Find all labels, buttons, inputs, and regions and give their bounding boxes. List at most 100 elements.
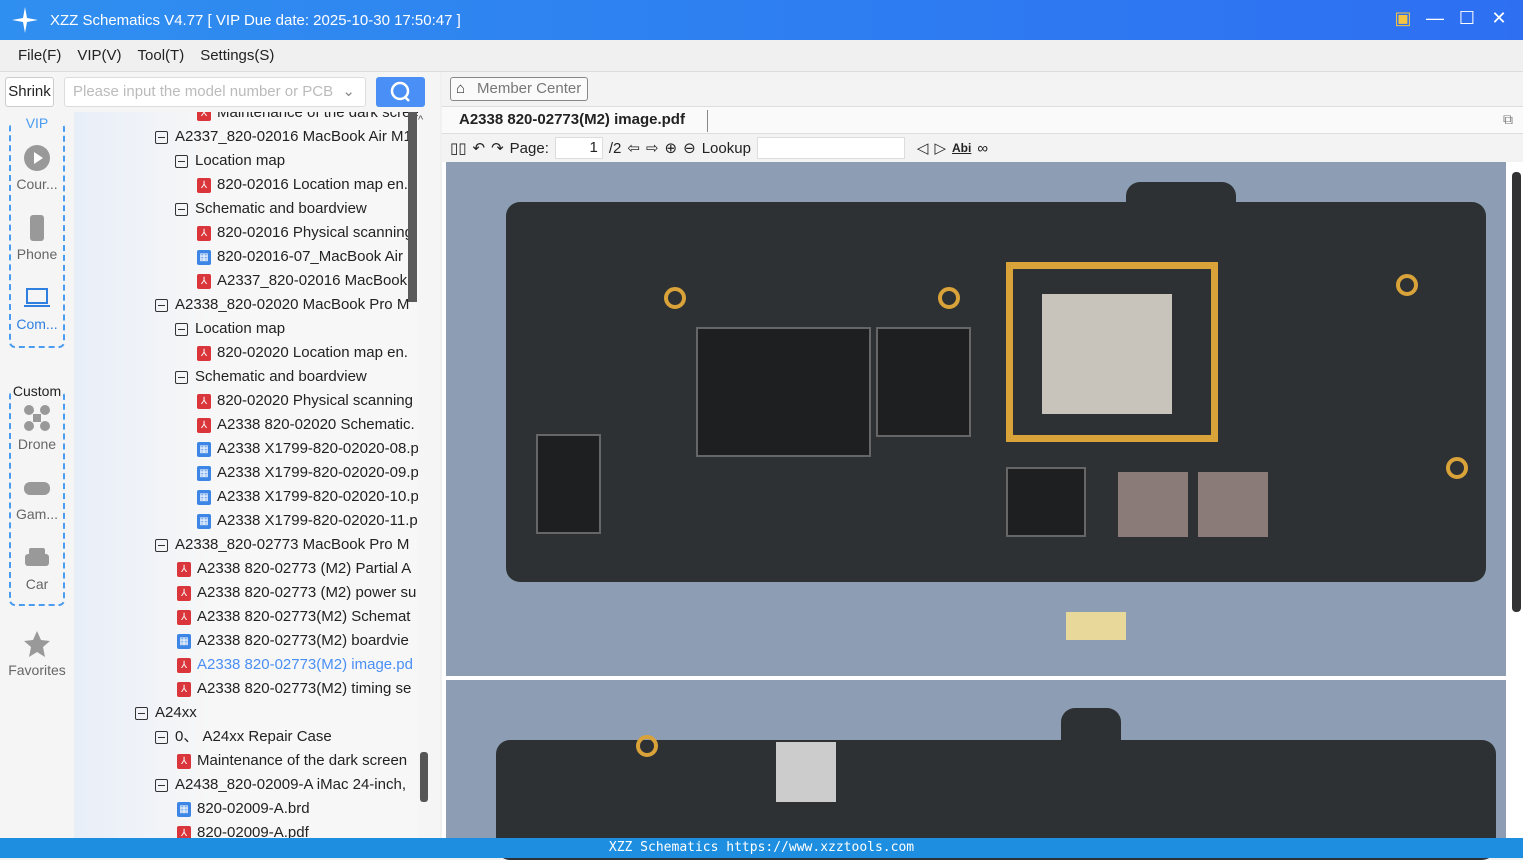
boardview-file-icon[interactable]: ▦ <box>197 489 211 505</box>
category-course[interactable]: Cour... <box>0 144 74 192</box>
chevron-down-icon[interactable]: ⌄ <box>342 78 355 106</box>
tree-item[interactable]: ▦ A2338 X1799-820-02020-08.p <box>197 437 418 461</box>
pdf-file-icon[interactable]: ⅄ <box>177 753 191 769</box>
menu-vip[interactable]: VIP(V) <box>77 47 121 64</box>
rotate-left-icon[interactable]: ↶ <box>473 139 486 157</box>
collapse-icon[interactable] <box>175 154 188 168</box>
tree-item[interactable]: ▦ 820-02009-A.brd <box>177 797 310 821</box>
tree-item[interactable]: ▦ A2338 X1799-820-02020-11.p <box>197 509 418 533</box>
tree-item[interactable]: ⅄ A2337_820-02016 MacBook <box>197 269 407 293</box>
match-case-button[interactable]: Abi <box>952 141 971 155</box>
vip-bag-icon[interactable]: ▣ <box>1393 8 1413 28</box>
tree-item[interactable]: ⅄ Maintenance of the dark screen <box>197 112 418 125</box>
pdf-file-icon[interactable]: ⅄ <box>177 585 191 601</box>
collapse-icon[interactable] <box>155 778 168 792</box>
tree-item[interactable]: Location map <box>175 149 285 173</box>
pdf-file-icon[interactable]: ⅄ <box>177 681 191 697</box>
category-game[interactable]: Gam... <box>0 474 74 522</box>
maximize-button[interactable]: ☐ <box>1457 8 1477 28</box>
tree-item[interactable]: ⅄ A2338 820-02773(M2) timing se <box>177 677 411 701</box>
tree-item[interactable]: A2338_820-02020 MacBook Pro M <box>155 293 409 317</box>
pdf-file-icon[interactable]: ⅄ <box>197 345 211 361</box>
tree-item[interactable]: ⅄ A2338 820-02773 (M2) power su <box>177 581 416 605</box>
tree-item[interactable]: ⅄ A2338 820-02773(M2) Schemat <box>177 605 410 629</box>
page-input[interactable]: 1 <box>554 137 603 159</box>
tree-item[interactable]: Schematic and boardview <box>175 365 367 389</box>
collapse-icon[interactable] <box>175 322 188 336</box>
pdf-file-icon[interactable]: ⅄ <box>197 273 211 289</box>
boardview-file-icon[interactable]: ▦ <box>197 513 211 529</box>
rotate-right-icon[interactable]: ↷ <box>491 139 504 157</box>
boardview-file-icon[interactable]: ▦ <box>177 801 191 817</box>
collapse-icon[interactable] <box>155 130 168 144</box>
tree-item[interactable]: ⅄ A2338 820-02773 (M2) Partial A <box>177 557 411 581</box>
tree-item[interactable]: A2337_820-02016 MacBook Air M1 <box>155 125 412 149</box>
boardview-file-icon[interactable]: ▦ <box>197 465 211 481</box>
tree-item[interactable]: A2438_820-02009-A iMac 24-inch, <box>155 773 406 797</box>
model-search-input[interactable]: Please input the model number or PCB ⌄ <box>64 77 366 107</box>
pdf-file-icon[interactable]: ⅄ <box>177 609 191 625</box>
pdf-viewer[interactable] <box>442 162 1523 860</box>
next-page-icon[interactable]: ⇨ <box>646 139 659 157</box>
boardview-file-icon[interactable]: ▦ <box>197 249 211 265</box>
member-center-button[interactable]: ⌂ Member Center <box>450 77 588 101</box>
zoom-out-icon[interactable]: ⊖ <box>683 139 696 157</box>
category-favorites[interactable]: Favorites <box>0 630 74 678</box>
collapse-icon[interactable] <box>155 730 168 744</box>
tree-item[interactable]: ⅄ 820-02016 Physical scanning <box>197 221 413 245</box>
collapse-icon[interactable] <box>135 706 148 720</box>
category-phone[interactable]: Phone <box>0 214 74 262</box>
tree-item[interactable]: ⅄ A2338 820-02020 Schematic. <box>197 413 415 437</box>
pdf-file-icon[interactable]: ⅄ <box>197 177 211 193</box>
lookup-input[interactable] <box>756 137 905 159</box>
collapse-icon[interactable] <box>155 298 168 312</box>
boardview-file-icon[interactable]: ▦ <box>177 633 191 649</box>
menu-file[interactable]: File(F) <box>18 47 61 64</box>
zoom-in-icon[interactable]: ⊕ <box>665 139 678 157</box>
tree-item[interactable]: A24xx <box>135 701 197 725</box>
two-page-icon[interactable]: ▯▯ <box>450 139 467 157</box>
tab-document[interactable]: A2338 820-02773(M2) image.pdf ⧉ <box>442 106 1523 134</box>
close-button[interactable]: ✕ <box>1489 8 1509 28</box>
collapse-icon[interactable] <box>155 538 168 552</box>
pdf-file-icon[interactable]: ⅄ <box>197 225 211 241</box>
pdf-file-icon[interactable]: ⅄ <box>197 417 211 433</box>
shrink-button[interactable]: Shrink <box>5 77 54 107</box>
find-next-icon[interactable]: ▷ <box>934 139 946 157</box>
prev-page-icon[interactable]: ⇦ <box>627 139 640 157</box>
pdf-file-icon[interactable]: ⅄ <box>197 393 211 409</box>
close-tab-icon[interactable]: ⧉ <box>1503 111 1513 128</box>
boardview-file-icon[interactable]: ▦ <box>197 441 211 457</box>
category-computer[interactable]: Com... <box>0 284 74 332</box>
menu-tool[interactable]: Tool(T) <box>138 47 185 64</box>
tree-item[interactable]: ⅄ Maintenance of the dark screen <box>177 749 407 773</box>
tree-item[interactable]: ▦ A2338 X1799-820-02020-10.p <box>197 485 418 509</box>
tree-item[interactable]: ⅄ 820-02016 Location map en. <box>197 173 408 197</box>
tree-item[interactable]: A2338_820-02773 MacBook Pro M <box>155 533 409 557</box>
pane-scrollbar[interactable] <box>420 752 428 802</box>
collapse-icon[interactable] <box>175 202 188 216</box>
pdf-file-icon[interactable]: ⅄ <box>197 112 211 121</box>
tree-scrollbar[interactable] <box>408 112 417 302</box>
menu-settings[interactable]: Settings(S) <box>200 47 274 64</box>
pdf-file-icon[interactable]: ⅄ <box>177 561 191 577</box>
tree-item[interactable]: Schematic and boardview <box>175 197 367 221</box>
scroll-up-icon[interactable]: ^ <box>418 114 423 126</box>
binoculars-icon[interactable]: ∞ <box>977 140 988 157</box>
tree-item[interactable]: ⅄ 820-02020 Location map en. <box>197 341 408 365</box>
viewer-scrollbar[interactable] <box>1512 172 1521 612</box>
collapse-icon[interactable] <box>175 370 188 384</box>
tree-item[interactable]: ▦ A2338 820-02773(M2) boardvie <box>177 629 409 653</box>
tree-item[interactable]: ⅄ 820-02020 Physical scanning <box>197 389 413 413</box>
category-car[interactable]: Car <box>0 544 74 592</box>
minimize-button[interactable]: — <box>1425 8 1445 28</box>
tree-item[interactable]: Location map <box>175 317 285 341</box>
tree-item[interactable]: ▦ A2338 X1799-820-02020-09.p <box>197 461 418 485</box>
pdf-file-icon[interactable]: ⅄ <box>177 825 191 838</box>
tree-item[interactable]: ▦ 820-02016-07_MacBook Air <box>197 245 403 269</box>
find-prev-icon[interactable]: ◁ <box>917 139 929 157</box>
tree-item[interactable]: ⅄ 820-02009-A.pdf <box>177 821 309 838</box>
tree-item[interactable]: 0、 A24xx Repair Case <box>155 725 332 749</box>
category-drone[interactable]: Drone <box>0 404 74 452</box>
search-button[interactable] <box>376 77 425 107</box>
